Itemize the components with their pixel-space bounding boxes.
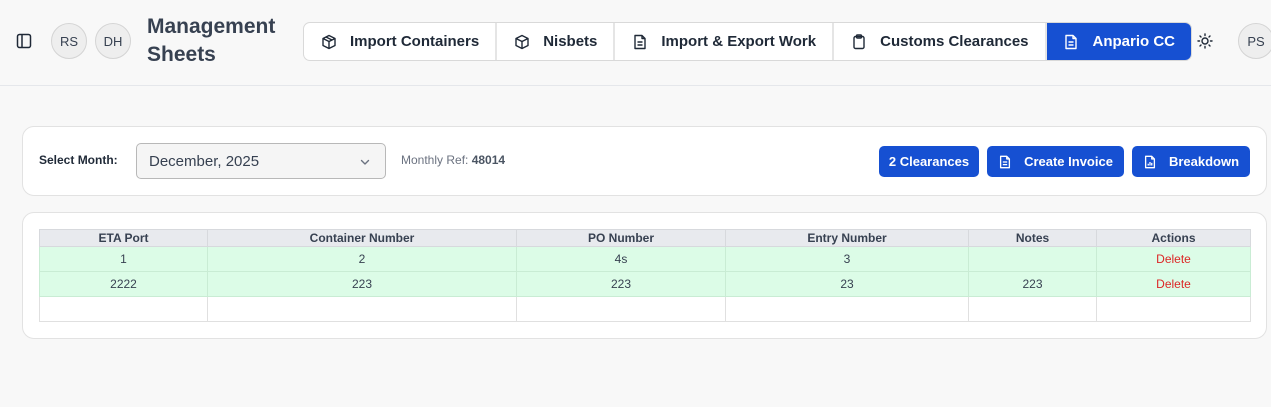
tab-bar: Import Containers Nisbets Import & Expor… — [303, 22, 1193, 61]
top-header: RS DH Management Sheets Import Container… — [0, 0, 1271, 86]
cell-eta-port[interactable]: 1 — [39, 246, 208, 272]
avatar-dh[interactable]: DH — [95, 23, 131, 59]
new-cell-actions — [1096, 296, 1251, 322]
column-header-po-number[interactable]: PO Number — [516, 229, 726, 247]
package-icon — [513, 33, 530, 50]
cell-entry-number[interactable]: 3 — [725, 246, 969, 272]
sidebar-toggle-icon[interactable] — [14, 31, 34, 51]
cell-notes[interactable]: 223 — [968, 271, 1097, 297]
tab-label: Anpario CC — [1092, 33, 1176, 50]
cell-container-number[interactable]: 2 — [207, 246, 517, 272]
breakdown-button[interactable]: Breakdown — [1132, 146, 1250, 177]
page-title: Management Sheets — [147, 15, 276, 66]
clipboard-icon — [850, 33, 867, 50]
cell-po-number[interactable]: 4s — [516, 246, 726, 272]
table-row: 2222 223 223 23 223 Delete — [39, 271, 1251, 297]
delete-link[interactable]: Delete — [1156, 277, 1191, 291]
table-row: 1 2 4s 3 Delete — [39, 246, 1251, 272]
column-header-notes[interactable]: Notes — [968, 229, 1097, 247]
filter-card: Select Month: December, 2025 Monthly Ref… — [22, 126, 1267, 196]
box-icon — [320, 33, 337, 50]
monthly-ref: Monthly Ref: 48014 — [401, 153, 505, 167]
monthly-ref-label: Monthly Ref: — [401, 153, 469, 167]
cell-container-number[interactable]: 223 — [207, 271, 517, 297]
tab-label: Import Containers — [350, 33, 480, 50]
monthly-ref-value: 48014 — [471, 153, 506, 167]
chart-document-icon — [1143, 155, 1157, 169]
create-invoice-label: Create Invoice — [1024, 154, 1113, 169]
new-cell-po-number[interactable] — [516, 296, 726, 322]
column-header-entry-number[interactable]: Entry Number — [725, 229, 969, 247]
table-header-row: ETA Port Container Number PO Number Entr… — [39, 229, 1251, 247]
column-header-actions: Actions — [1096, 229, 1251, 247]
avatar-rs[interactable]: RS — [51, 23, 87, 59]
delete-link[interactable]: Delete — [1156, 252, 1191, 266]
clearances-label: 2 Clearances — [888, 154, 970, 169]
tab-label: Import & Export Work — [661, 33, 817, 50]
new-cell-container-number[interactable] — [207, 296, 517, 322]
column-header-container-number[interactable]: Container Number — [207, 229, 517, 247]
cell-actions: Delete — [1096, 271, 1251, 297]
new-cell-entry-number[interactable] — [725, 296, 969, 322]
tab-import-export-work[interactable]: Import & Export Work — [615, 23, 835, 60]
breakdown-label: Breakdown — [1168, 154, 1240, 169]
document-icon — [1063, 33, 1080, 50]
tab-label: Nisbets — [543, 33, 598, 50]
tab-import-containers[interactable]: Import Containers — [304, 23, 498, 60]
cell-actions: Delete — [1096, 246, 1251, 272]
user-avatar[interactable]: PS — [1238, 23, 1271, 59]
select-month-label: Select Month: — [39, 153, 118, 167]
document-icon — [998, 155, 1012, 169]
clearances-table: ETA Port Container Number PO Number Entr… — [39, 229, 1251, 322]
tab-customs-clearances[interactable]: Customs Clearances — [834, 23, 1047, 60]
sun-icon[interactable] — [1195, 31, 1215, 51]
new-entry-row — [39, 296, 1251, 322]
tab-nisbets[interactable]: Nisbets — [497, 23, 616, 60]
cell-entry-number[interactable]: 23 — [725, 271, 969, 297]
clearances-table-card: ETA Port Container Number PO Number Entr… — [22, 212, 1267, 339]
column-header-eta-port[interactable]: ETA Port — [39, 229, 208, 247]
chevron-down-icon — [359, 155, 371, 172]
cell-eta-port[interactable]: 2222 — [39, 271, 208, 297]
cell-notes[interactable] — [968, 246, 1097, 272]
clearances-count-button[interactable]: 2 Clearances — [879, 146, 979, 177]
create-invoice-button[interactable]: Create Invoice — [987, 146, 1124, 177]
month-select[interactable]: December, 2025 — [136, 143, 386, 179]
tab-label: Customs Clearances — [880, 33, 1029, 50]
cell-po-number[interactable]: 223 — [516, 271, 726, 297]
document-icon — [631, 33, 648, 50]
tab-anpario-cc[interactable]: Anpario CC — [1046, 23, 1192, 60]
new-cell-eta-port[interactable] — [39, 296, 208, 322]
month-value: December, 2025 — [149, 152, 260, 170]
new-cell-notes[interactable] — [968, 296, 1097, 322]
